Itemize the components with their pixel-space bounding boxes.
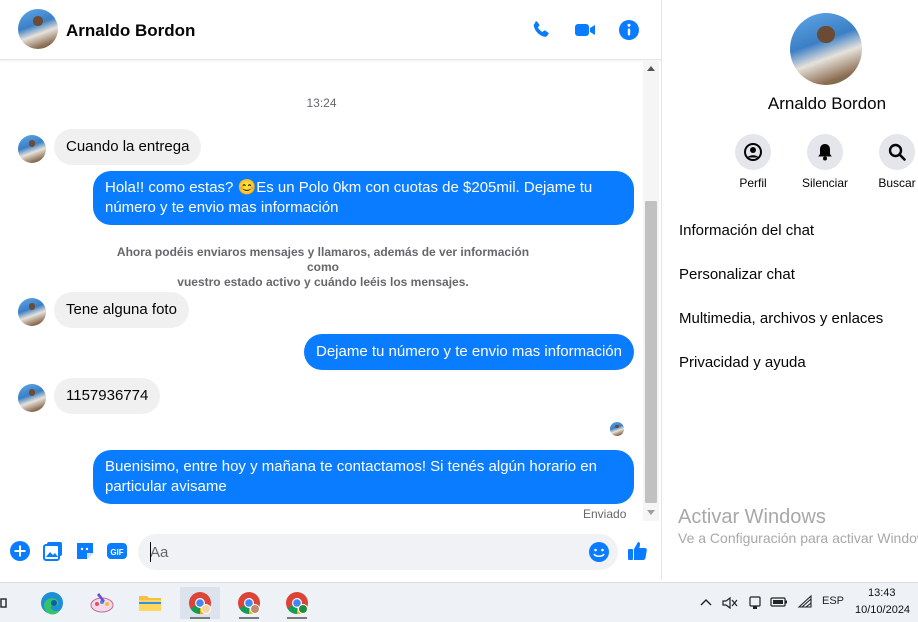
photo-gallery-icon[interactable] xyxy=(42,540,64,562)
message-outgoing[interactable]: Hola!! como estas? 😊Es un Polo 0km con c… xyxy=(93,171,634,225)
message-outgoing[interactable]: Buenisimo, entre hoy y mañana te contact… xyxy=(93,450,634,504)
profile-action-label: Perfil xyxy=(739,176,767,190)
menu-media-files-links[interactable]: Multimedia, archivos y enlaces xyxy=(679,310,883,327)
message-thread[interactable]: 13:24 Cuando la entrega Hola!! como esta… xyxy=(0,61,643,521)
sent-status: Enviado xyxy=(583,507,627,521)
sender-avatar[interactable] xyxy=(18,135,46,163)
device-icon[interactable] xyxy=(748,595,762,611)
message-incoming[interactable]: Tene alguna foto xyxy=(54,292,189,328)
message-text-line: particular avisame xyxy=(105,478,227,495)
contact-profile-avatar[interactable] xyxy=(790,13,862,85)
profile-icon xyxy=(744,143,762,161)
scroll-up-arrow-icon[interactable] xyxy=(647,66,655,71)
sender-avatar[interactable] xyxy=(18,298,46,326)
battery-icon[interactable] xyxy=(770,596,788,608)
taskbar-file-explorer[interactable] xyxy=(130,587,170,619)
message-input[interactable] xyxy=(138,534,618,570)
profile-action[interactable]: Perfil xyxy=(723,134,783,190)
emoji-icon[interactable] xyxy=(588,541,610,563)
message-text-line: Hola!! como estas? 😊Es un Polo 0km con c… xyxy=(105,179,593,196)
message-text-line: número y te envio mas información xyxy=(105,199,339,216)
profile-button[interactable] xyxy=(735,134,771,170)
message-incoming[interactable]: 1157936774 xyxy=(54,378,161,414)
menu-privacy-help[interactable]: Privacidad y ayuda xyxy=(679,354,806,371)
active-app-indicator xyxy=(190,617,210,619)
search-action[interactable]: Buscar xyxy=(867,134,918,190)
windows-taskbar: ESP 13:43 10/10/2024 xyxy=(0,582,918,622)
task-view-icon xyxy=(0,598,7,608)
message-composer: GIF xyxy=(0,530,661,578)
paint-icon xyxy=(90,593,114,613)
menu-chat-info[interactable]: Información del chat xyxy=(679,222,814,239)
thumbs-up-icon[interactable] xyxy=(626,539,650,563)
chrome-icon xyxy=(238,592,260,614)
message-timestamp: 13:24 xyxy=(306,96,337,110)
add-plus-icon[interactable] xyxy=(9,540,31,562)
mute-action-label: Silenciar xyxy=(801,176,849,190)
message-outgoing[interactable]: Dejame tu número y te envio mas informac… xyxy=(304,334,634,370)
video-call-icon[interactable] xyxy=(573,18,597,42)
menu-customize-chat[interactable]: Personalizar chat xyxy=(679,266,795,283)
taskbar-chrome-3[interactable] xyxy=(277,587,317,619)
mute-action[interactable]: Silenciar xyxy=(795,134,855,190)
open-app-indicator xyxy=(239,617,259,619)
scroll-down-arrow-icon[interactable] xyxy=(647,510,655,515)
system-notice-line: vuestro estado activo y cuándo leéis los… xyxy=(177,275,469,289)
search-button[interactable] xyxy=(879,134,915,170)
open-app-indicator xyxy=(287,617,307,619)
svg-text:GIF: GIF xyxy=(110,548,123,557)
windows-activation-title: Activar Windows xyxy=(678,506,826,528)
sender-avatar[interactable] xyxy=(18,384,46,412)
contact-info-panel: Arnaldo Bordon Perfil Silenciar Buscar I… xyxy=(662,0,918,580)
windows-activation-subtitle: Ve a Configuración para activar Windows. xyxy=(678,530,918,546)
task-view-button[interactable] xyxy=(0,587,12,619)
system-notice-line: Ahora podéis enviaros mensajes y llamaro… xyxy=(116,245,530,274)
message-text-line: Buenisimo, entre hoy y mañana te contact… xyxy=(105,458,597,475)
message-incoming[interactable]: Cuando la entrega xyxy=(54,129,202,165)
edge-icon xyxy=(41,592,63,615)
read-receipt-avatar xyxy=(610,422,624,436)
chat-header: Arnaldo Bordon xyxy=(0,0,661,60)
wifi-icon[interactable] xyxy=(797,595,813,609)
input-language[interactable]: ESP xyxy=(822,595,844,607)
clock-time[interactable]: 13:43 xyxy=(868,587,896,599)
mute-button[interactable] xyxy=(807,134,843,170)
chrome-icon xyxy=(189,592,211,614)
phone-call-icon[interactable] xyxy=(529,18,553,42)
scrollbar-thumb[interactable] xyxy=(645,201,657,503)
contact-name[interactable]: Arnaldo Bordon xyxy=(66,21,195,41)
text-caret xyxy=(150,542,151,562)
taskbar-chrome-2[interactable] xyxy=(229,587,269,619)
search-action-label: Buscar xyxy=(878,176,916,190)
speaker-muted-icon[interactable] xyxy=(722,596,738,610)
message-scrollbar[interactable] xyxy=(643,61,659,521)
sticker-icon[interactable] xyxy=(74,540,96,562)
bell-icon xyxy=(818,144,832,161)
messenger-window: Arnaldo Bordon 13:24 Cuando la entrega H… xyxy=(0,0,918,622)
clock-date[interactable]: 10/10/2024 xyxy=(855,604,910,616)
taskbar-chrome-1[interactable] xyxy=(180,587,220,619)
info-icon[interactable] xyxy=(617,18,641,42)
chevron-up-icon[interactable] xyxy=(700,597,712,607)
gif-icon[interactable]: GIF xyxy=(106,540,128,562)
contact-avatar[interactable] xyxy=(18,9,58,49)
file-explorer-icon xyxy=(139,596,161,611)
taskbar-edge[interactable] xyxy=(32,587,72,619)
system-notice: Ahora podéis enviaros mensajes y llamaro… xyxy=(100,245,546,290)
chrome-icon xyxy=(286,592,308,614)
taskbar-paint[interactable] xyxy=(82,587,122,619)
search-icon xyxy=(888,143,906,161)
contact-profile-name: Arnaldo Bordon xyxy=(767,94,887,113)
